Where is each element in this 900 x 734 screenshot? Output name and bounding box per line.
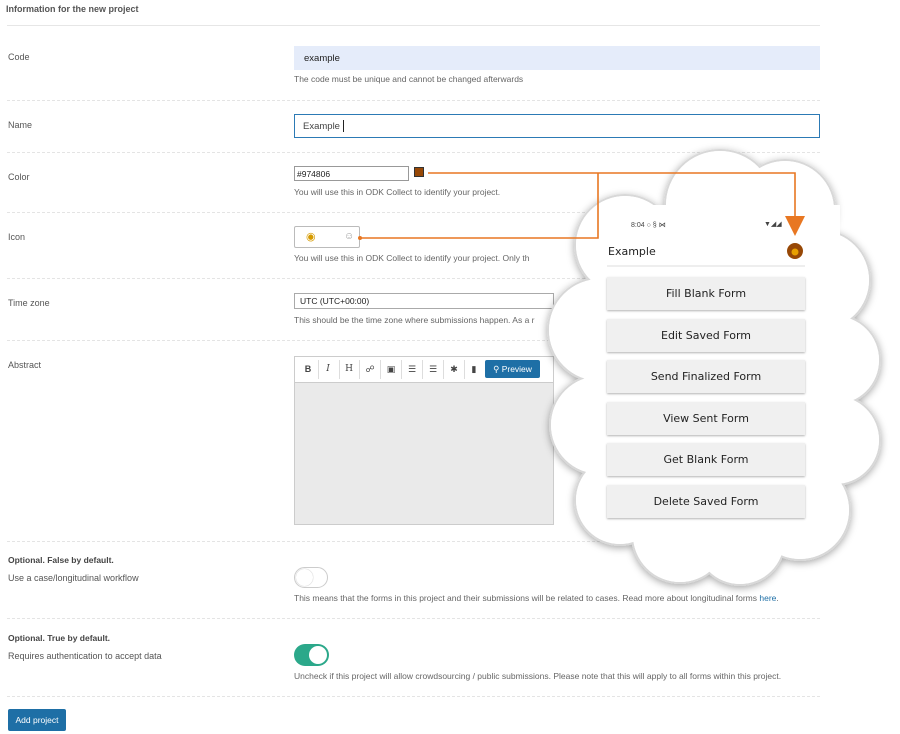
edit-saved-form-button[interactable]: Edit Saved Form xyxy=(607,319,805,352)
send-finalized-form-button[interactable]: Send Finalized Form xyxy=(607,360,805,393)
fill-blank-form-button[interactable]: Fill Blank Form xyxy=(607,277,805,310)
phone-title: Example xyxy=(608,245,656,258)
status-time: 8:04 xyxy=(631,222,645,229)
phone-status-bar: 8:04 ○ § ⋈ xyxy=(631,221,666,229)
signal-icon: ▼◢◢ xyxy=(764,221,782,228)
status-icons: ○ § ⋈ xyxy=(646,222,666,229)
get-blank-form-button[interactable]: Get Blank Form xyxy=(607,443,805,476)
delete-saved-form-button[interactable]: Delete Saved Form xyxy=(607,485,805,518)
medal-icon xyxy=(791,248,799,256)
view-sent-form-button[interactable]: View Sent Form xyxy=(607,402,805,435)
arrow-dot xyxy=(358,236,362,240)
